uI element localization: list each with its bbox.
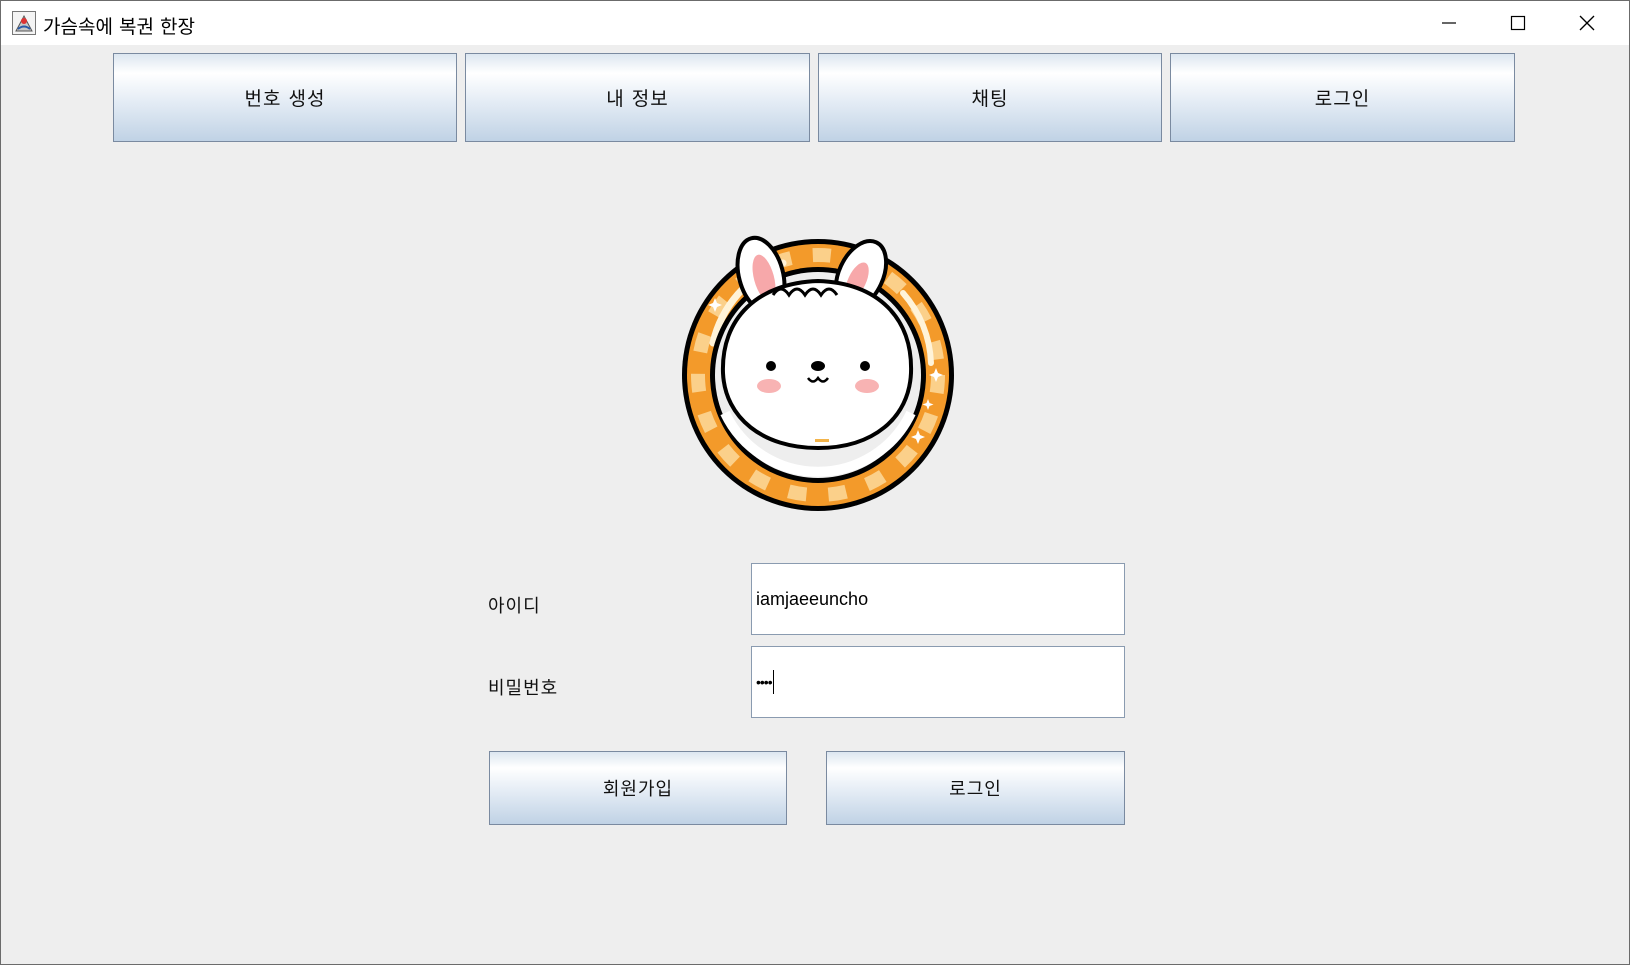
java-app-icon	[12, 11, 36, 35]
password-label: 비밀번호	[488, 678, 559, 699]
window-title: 가슴속에 복권 한장	[43, 16, 195, 38]
bunny-ring-logo	[673, 223, 963, 513]
nav-generate-numbers-button[interactable]: 번호 생성	[113, 53, 457, 142]
close-button[interactable]	[1553, 1, 1621, 45]
id-input-value: iamjaeeuncho	[756, 588, 869, 609]
minimize-button[interactable]	[1415, 1, 1483, 45]
id-input[interactable]: iamjaeeuncho	[751, 563, 1125, 635]
close-icon	[1579, 15, 1595, 31]
nav-my-info-button[interactable]: 내 정보	[465, 53, 810, 142]
login-button[interactable]: 로그인	[826, 751, 1125, 825]
maximize-icon	[1510, 15, 1526, 31]
maximize-button[interactable]	[1484, 1, 1552, 45]
text-caret	[772, 670, 774, 694]
nav-login-button[interactable]: 로그인	[1170, 53, 1515, 142]
nav-chat-button[interactable]: 채팅	[818, 53, 1162, 142]
app-window: 가슴속에 복권 한장 번호 생성 내 정보 채팅 로그인 아이디 iamjaee…	[0, 0, 1630, 965]
password-input-value: ••••	[756, 674, 773, 690]
password-input[interactable]: ••••	[751, 646, 1125, 718]
title-bar[interactable]: 가슴속에 복권 한장	[1, 1, 1629, 45]
signup-button[interactable]: 회원가입	[489, 751, 787, 825]
minimize-icon	[1442, 22, 1456, 24]
id-label: 아이디	[488, 596, 541, 617]
